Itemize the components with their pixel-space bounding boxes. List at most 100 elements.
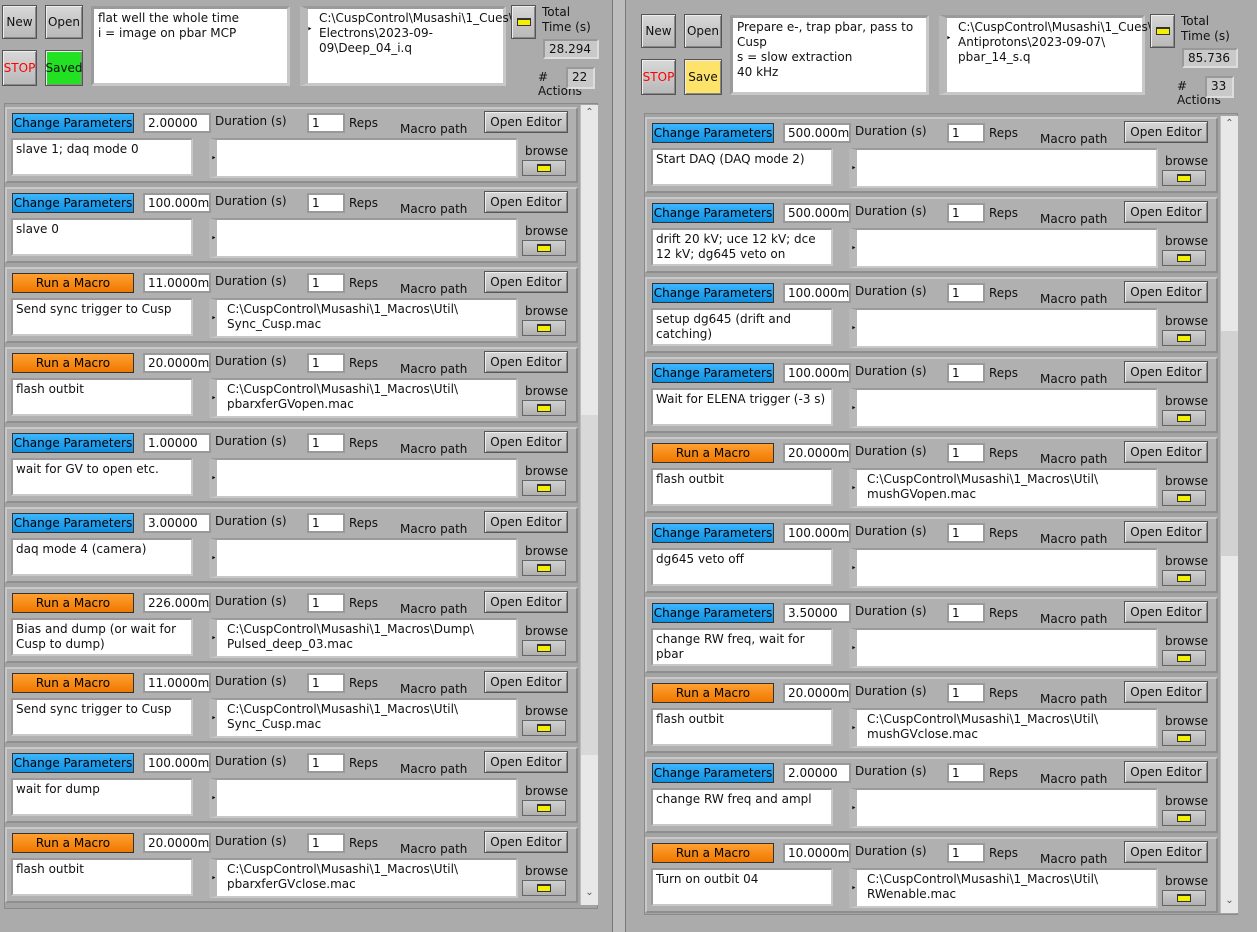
action-type-button[interactable]: Change Parameters xyxy=(12,753,134,773)
open-editor-button[interactable]: Open Editor xyxy=(1124,761,1208,783)
duration-input[interactable]: 1.00000 xyxy=(143,433,211,453)
action-type-button[interactable]: Change Parameters xyxy=(652,603,774,623)
open-editor-button[interactable]: Open Editor xyxy=(484,671,568,693)
macro-path-field[interactable]: ‣ xyxy=(849,228,1158,268)
browse-macro-button[interactable] xyxy=(1162,890,1206,906)
reps-input[interactable]: 1 xyxy=(307,273,345,293)
macro-path-field[interactable]: ‣ C:\CuspControl\Musashi\1_Macros\Util\ S… xyxy=(209,298,518,338)
save-button[interactable]: Save xyxy=(684,59,722,95)
browse-macro-button[interactable] xyxy=(1162,330,1206,346)
browse-macro-button[interactable] xyxy=(522,160,566,176)
open-editor-button[interactable]: Open Editor xyxy=(484,431,568,453)
action-comment[interactable]: flash outbit xyxy=(11,858,193,896)
action-comment[interactable]: Turn on outbit 04 xyxy=(651,868,833,906)
action-comment[interactable]: Send sync trigger to Cusp xyxy=(11,698,193,736)
action-comment[interactable]: Bias and dump (or wait for Cusp to dump) xyxy=(11,618,193,656)
reps-input[interactable]: 1 xyxy=(947,283,985,303)
open-editor-button[interactable]: Open Editor xyxy=(484,591,568,613)
macro-path-field[interactable]: ‣ C:\CuspControl\Musashi\1_Macros\Util\ m… xyxy=(849,468,1158,508)
reps-input[interactable]: 1 xyxy=(947,763,985,783)
duration-input[interactable]: 11.0000m xyxy=(143,673,211,693)
action-type-button[interactable]: Run a Macro xyxy=(652,683,774,703)
duration-input[interactable]: 100.000m xyxy=(143,753,211,773)
macro-path-field[interactable]: ‣ xyxy=(209,538,518,578)
reps-input[interactable]: 1 xyxy=(947,443,985,463)
browse-macro-button[interactable] xyxy=(1162,490,1206,506)
right-scrollbar[interactable]: ⌃ ⌄ xyxy=(1220,116,1238,913)
action-type-button[interactable]: Change Parameters xyxy=(652,523,774,543)
browse-macro-button[interactable] xyxy=(1162,170,1206,186)
action-type-button[interactable]: Run a Macro xyxy=(12,673,134,693)
browse-macro-button[interactable] xyxy=(522,480,566,496)
open-editor-button[interactable]: Open Editor xyxy=(1124,601,1208,623)
reps-input[interactable]: 1 xyxy=(947,843,985,863)
reps-input[interactable]: 1 xyxy=(307,833,345,853)
action-type-button[interactable]: Run a Macro xyxy=(12,273,134,293)
scroll-up-icon[interactable]: ⌃ xyxy=(581,107,598,123)
new-button[interactable]: New xyxy=(641,14,676,48)
sequence-comment[interactable]: flat well the whole time i = image on pb… xyxy=(91,6,290,86)
action-type-button[interactable]: Change Parameters xyxy=(652,203,774,223)
reps-input[interactable]: 1 xyxy=(307,113,345,133)
duration-input[interactable]: 20.0000m xyxy=(143,353,211,373)
reps-input[interactable]: 1 xyxy=(947,523,985,543)
open-editor-button[interactable]: Open Editor xyxy=(484,111,568,133)
open-editor-button[interactable]: Open Editor xyxy=(1124,121,1208,143)
action-comment[interactable]: change RW freq and ampl xyxy=(651,788,833,826)
open-editor-button[interactable]: Open Editor xyxy=(1124,281,1208,303)
macro-path-field[interactable]: ‣ xyxy=(209,458,518,498)
open-editor-button[interactable]: Open Editor xyxy=(1124,441,1208,463)
action-type-button[interactable]: Run a Macro xyxy=(652,443,774,463)
scroll-down-icon[interactable]: ⌄ xyxy=(581,887,598,903)
reps-input[interactable]: 1 xyxy=(307,433,345,453)
action-comment[interactable]: flash outbit xyxy=(651,708,833,746)
duration-input[interactable]: 20.0000m xyxy=(783,683,851,703)
action-comment[interactable]: flash outbit xyxy=(651,468,833,506)
browse-macro-button[interactable] xyxy=(522,720,566,736)
action-type-button[interactable]: Run a Macro xyxy=(12,353,134,373)
macro-path-field[interactable]: ‣ C:\CuspControl\Musashi\1_Macros\Util\ R… xyxy=(849,868,1158,908)
duration-input[interactable]: 500.000m xyxy=(783,123,851,143)
action-comment[interactable]: dg645 veto off xyxy=(651,548,833,586)
action-comment[interactable]: daq mode 4 (camera) xyxy=(11,538,193,576)
reps-input[interactable]: 1 xyxy=(307,193,345,213)
duration-input[interactable]: 11.0000m xyxy=(143,273,211,293)
scroll-down-icon[interactable]: ⌄ xyxy=(1221,895,1238,911)
action-comment[interactable]: Wait for ELENA trigger (-3 s) xyxy=(651,388,833,426)
duration-input[interactable]: 2.00000 xyxy=(783,763,851,783)
action-type-button[interactable]: Change Parameters xyxy=(652,363,774,383)
macro-path-field[interactable]: ‣ C:\CuspControl\Musashi\1_Macros\Util\ p… xyxy=(209,858,518,898)
action-comment[interactable]: drift 20 kV; uce 12 kV; dce 12 kV; dg645… xyxy=(651,228,833,266)
browse-macro-button[interactable] xyxy=(1162,410,1206,426)
action-comment[interactable]: flash outbit xyxy=(11,378,193,416)
open-editor-button[interactable]: Open Editor xyxy=(484,511,568,533)
save-button[interactable]: Saved xyxy=(45,50,83,86)
action-type-button[interactable]: Change Parameters xyxy=(12,433,134,453)
duration-input[interactable]: 100.000m xyxy=(783,523,851,543)
duration-input[interactable]: 100.000m xyxy=(783,283,851,303)
reps-input[interactable]: 1 xyxy=(947,203,985,223)
action-type-button[interactable]: Change Parameters xyxy=(12,193,134,213)
action-comment[interactable]: wait for dump xyxy=(11,778,193,816)
macro-path-field[interactable]: ‣ xyxy=(849,548,1158,588)
browse-macro-button[interactable] xyxy=(522,560,566,576)
macro-path-field[interactable]: ‣ xyxy=(849,628,1158,668)
reps-input[interactable]: 1 xyxy=(947,123,985,143)
reps-input[interactable]: 1 xyxy=(307,593,345,613)
browse-sequence-button[interactable] xyxy=(1150,14,1175,48)
scroll-up-icon[interactable]: ⌃ xyxy=(1221,118,1238,134)
open-editor-button[interactable]: Open Editor xyxy=(484,271,568,293)
reps-input[interactable]: 1 xyxy=(307,753,345,773)
duration-input[interactable]: 3.00000 xyxy=(143,513,211,533)
browse-macro-button[interactable] xyxy=(1162,730,1206,746)
browse-macro-button[interactable] xyxy=(522,400,566,416)
macro-path-field[interactable]: ‣ C:\CuspControl\Musashi\1_Macros\Util\ S… xyxy=(209,698,518,738)
reps-input[interactable]: 1 xyxy=(947,603,985,623)
action-comment[interactable]: setup dg645 (drift and catching) xyxy=(651,308,833,346)
browse-macro-button[interactable] xyxy=(522,800,566,816)
browse-macro-button[interactable] xyxy=(522,640,566,656)
stop-button[interactable]: STOP xyxy=(641,59,676,95)
action-type-button[interactable]: Change Parameters xyxy=(652,283,774,303)
browse-macro-button[interactable] xyxy=(1162,250,1206,266)
open-editor-button[interactable]: Open Editor xyxy=(1124,681,1208,703)
